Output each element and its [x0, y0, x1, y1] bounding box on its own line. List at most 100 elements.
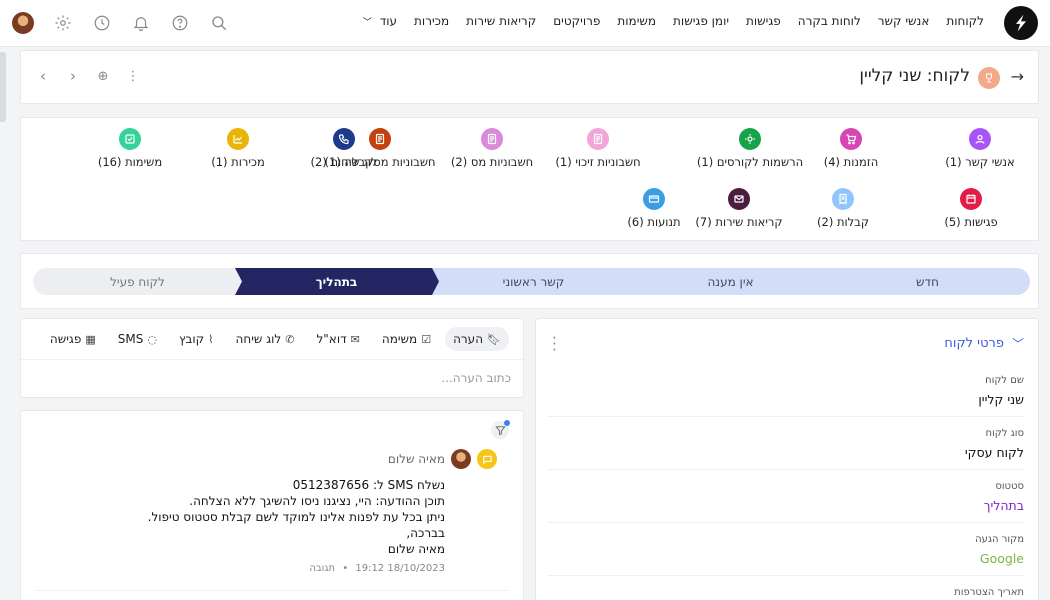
doc-icon: [481, 128, 503, 150]
tab-file[interactable]: ⌇ קובץ: [171, 327, 222, 351]
author-avatar: [451, 449, 471, 469]
gear-icon: [739, 128, 761, 150]
filter-icon[interactable]: [491, 420, 510, 439]
chat-bubble-icon: ◌: [147, 332, 157, 346]
tab-task[interactable]: ☑ משימה: [374, 327, 439, 351]
related-transactions-label: תנועות (6): [627, 215, 681, 229]
help-question-icon[interactable]: [169, 12, 191, 34]
nav-item-projects[interactable]: פרויקטים: [553, 14, 600, 28]
chevron-right-icon[interactable]: ›: [65, 67, 81, 85]
tab-email[interactable]: ✉ דוא"ל: [308, 327, 367, 351]
field-value: לקוח עסקי: [964, 445, 1024, 460]
nav-item-dashboards[interactable]: לוחות בקרה: [798, 14, 861, 28]
main-nav: לקוחות אנשי קשר לוחות בקרה פגישות יומן פ…: [346, 14, 984, 28]
activity-feed: מאיה שלום נשלח SMS ל: 0512387656 תוכן הה…: [20, 410, 524, 600]
stage-active-customer[interactable]: לקוח פעיל: [33, 268, 242, 295]
nav-item-more[interactable]: עוד ﹀: [363, 14, 397, 28]
field-label: סטטוס: [995, 481, 1024, 492]
tab-task-label: משימה: [381, 332, 418, 346]
page-title: לקוח: שני קליין: [859, 66, 970, 86]
composer-divider: [21, 359, 523, 360]
tab-note[interactable]: 🔖︎ הערה: [445, 327, 509, 351]
status-pipeline: חדש אין מענה קשר ראשוני בתהליך לקוח פעיל: [20, 253, 1039, 309]
tab-email-label: דוא"ל: [316, 332, 347, 346]
kebab-menu-icon[interactable]: · · ·: [552, 331, 557, 358]
card-icon: [643, 188, 665, 210]
composer-tabs: 🔖︎ הערה ☑ משימה ✉ דוא"ל ✆ לוג שיחה ⌇ קובץ ◌ SM…: [36, 327, 509, 351]
chart-icon: [227, 128, 249, 150]
field-status[interactable]: סטטוס בתהליך: [548, 481, 1024, 523]
feed-line: ניתן בכל עת לפנות אלינו למוקד לשם קבלת ס…: [147, 510, 445, 524]
related-meetings-label: פגישות (5): [944, 215, 998, 229]
details-title: פרטי לקוח: [944, 336, 1004, 351]
kebab-menu-icon[interactable]: ⋮: [125, 69, 141, 84]
doc-icon: [587, 128, 609, 150]
record-header: ‹ › ⊕ ⋮ לקוח: שני קליין →: [20, 50, 1039, 104]
back-arrow-icon[interactable]: →: [1011, 67, 1024, 86]
nav-item-sales[interactable]: מכירות: [414, 14, 449, 28]
user-icon: [969, 128, 991, 150]
nav-item-meetings-calendar[interactable]: יומן פגישות: [673, 14, 729, 28]
related-course-registrations-label: הרשמות לקורסים (1): [696, 155, 804, 169]
field-label: סוג לקוח: [985, 428, 1024, 439]
sms-icon: [477, 449, 497, 469]
related-course-registrations[interactable]: הרשמות לקורסים (1): [660, 128, 840, 169]
history-clock-icon[interactable]: [91, 12, 113, 34]
field-value: בתהליך: [983, 498, 1024, 513]
feed-divider: [35, 590, 509, 591]
related-meetings[interactable]: פגישות (5): [901, 188, 1041, 229]
tab-meeting-label: פגישה: [49, 332, 82, 346]
app-logo[interactable]: [1004, 6, 1038, 40]
related-contacts[interactable]: אנשי קשר (1): [910, 128, 1050, 169]
nav-item-meetings[interactable]: פגישות: [746, 14, 781, 28]
chevron-down-icon: ﹀: [362, 18, 372, 28]
meta-separator: •: [342, 563, 349, 574]
stage-no-answer[interactable]: אין מענה: [628, 268, 833, 295]
note-input[interactable]: כתוב הערה...: [441, 371, 511, 385]
field-customer-type[interactable]: סוג לקוח לקוח עסקי: [548, 428, 1024, 470]
author-name: מאיה שלום: [387, 452, 445, 466]
chevron-left-icon[interactable]: ‹: [35, 67, 51, 85]
nav-item-tasks[interactable]: משימות: [617, 14, 656, 28]
feed-line: תוכן ההודעה: היי, נציגנו ניסו להשיגך ללא…: [189, 494, 445, 508]
tab-call-log[interactable]: ✆ לוג שיחה: [228, 327, 303, 351]
related-contacts-label: אנשי קשר (1): [945, 155, 1015, 169]
calendar-icon: ▦: [85, 332, 96, 346]
top-navigation-bar: לקוחות אנשי קשר לוחות בקרה פגישות יומן פ…: [0, 0, 1050, 47]
nav-item-customers[interactable]: לקוחות: [946, 14, 984, 28]
field-join-date[interactable]: תאריך הצטרפות: [548, 587, 1024, 598]
tab-meeting[interactable]: ▦ פגישה: [42, 327, 104, 351]
field-customer-name[interactable]: שם לקוח שני קליין: [548, 375, 1024, 417]
left-collapse-handle[interactable]: [0, 52, 6, 122]
notifications-bell-icon[interactable]: [130, 12, 152, 34]
envelope-icon: ✉: [350, 332, 360, 346]
stage-in-progress-label: בתהליך: [315, 274, 358, 289]
stage-initial-contact-label: קשר ראשוני: [502, 274, 565, 289]
details-header[interactable]: ﹀ פרטי לקוח: [944, 335, 1024, 352]
feed-item-meta: 18/10/2023 19:12 • תגובה: [148, 563, 445, 574]
user-avatar[interactable]: [12, 12, 34, 34]
top-icon-group: [12, 12, 247, 34]
tab-note-label: הערה: [453, 332, 484, 346]
reply-link[interactable]: תגובה: [309, 563, 335, 574]
related-tasks[interactable]: משימות (16): [60, 128, 200, 169]
stage-initial-contact[interactable]: קשר ראשוני: [431, 268, 636, 295]
add-circle-icon[interactable]: ⊕: [95, 69, 111, 84]
mail-icon: [728, 188, 750, 210]
search-icon[interactable]: [208, 12, 230, 34]
field-lead-source[interactable]: מקור הגעה Google: [548, 534, 1024, 576]
related-tasks-label: משימות (16): [97, 155, 163, 169]
related-transactions[interactable]: תנועות (6): [584, 188, 724, 229]
feed-item-header: מאיה שלום: [148, 449, 497, 469]
nav-item-contacts[interactable]: אנשי קשר: [878, 14, 930, 28]
stage-new[interactable]: חדש: [825, 268, 1030, 295]
nav-item-service-calls[interactable]: קריאות שירות: [466, 14, 536, 28]
record-controls: ‹ › ⊕ ⋮: [35, 67, 141, 85]
filter-active-dot: [504, 420, 510, 426]
tab-sms[interactable]: ◌ SMS: [110, 327, 165, 351]
tab-call-log-label: לוג שיחה: [235, 332, 282, 346]
stage-in-progress[interactable]: בתהליך: [234, 268, 439, 295]
settings-gear-icon[interactable]: [52, 12, 74, 34]
related-records-panel: אנשי קשר (1) הזמנות (4) הרשמות לקורסים (…: [20, 117, 1039, 241]
field-label: מקור הגעה: [975, 534, 1024, 545]
